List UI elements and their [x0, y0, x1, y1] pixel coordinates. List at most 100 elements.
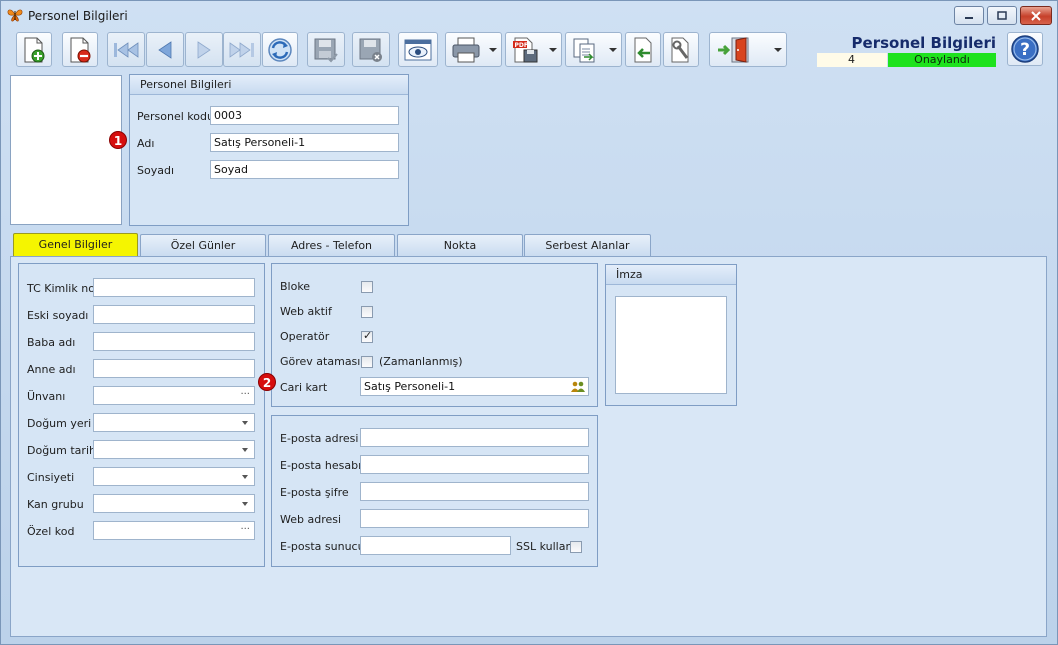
- export-icon: [573, 38, 594, 62]
- account-card-input[interactable]: Satış Personeli-1: [360, 377, 589, 396]
- chevron-down-icon: [242, 475, 248, 479]
- photo-box[interactable]: [10, 75, 122, 225]
- birthdate-select[interactable]: [93, 440, 255, 459]
- next-record-icon: [197, 40, 211, 59]
- save-discard-icon: [359, 38, 382, 62]
- tab-free-fields[interactable]: Serbest Alanlar: [524, 234, 651, 256]
- special-code-input[interactable]: ···: [93, 521, 255, 540]
- title-bar: Personel Bilgileri: [1, 1, 1057, 29]
- help-button[interactable]: ?: [1007, 32, 1043, 66]
- help-icon: ?: [1011, 35, 1039, 63]
- email-server-label: E-posta sunucu: [280, 540, 365, 553]
- chevron-down-icon: [242, 421, 248, 425]
- callout-badge-2: 2: [258, 373, 276, 391]
- new-record-button[interactable]: [16, 32, 52, 67]
- father-name-label: Baba adı: [27, 336, 76, 349]
- scheduled-label: (Zamanlanmış): [379, 355, 463, 368]
- web-address-label: Web adresi: [280, 513, 342, 526]
- first-record-button[interactable]: [107, 32, 145, 67]
- operator-checkbox[interactable]: ✓: [361, 329, 373, 343]
- callout-badge-1: 1: [109, 131, 127, 149]
- signature-title: İmza: [606, 265, 736, 285]
- print-button[interactable]: [445, 32, 502, 67]
- save-button[interactable]: [307, 32, 345, 67]
- block-checkbox[interactable]: [361, 281, 373, 293]
- exit-button[interactable]: [709, 32, 787, 67]
- delete-doc-icon: [70, 37, 91, 62]
- old-surname-input[interactable]: [93, 305, 255, 324]
- first-record-icon: [114, 41, 139, 58]
- email-server-input[interactable]: [360, 536, 511, 555]
- refresh-button[interactable]: [262, 32, 298, 67]
- status-badge: Onaylandı: [888, 53, 996, 67]
- mother-name-input[interactable]: [93, 359, 255, 378]
- blood-group-select[interactable]: [93, 494, 255, 513]
- import-icon: [634, 37, 652, 62]
- exit-door-icon: [718, 36, 749, 63]
- ssl-label: SSL kullan: [516, 540, 573, 553]
- last-record-button[interactable]: [223, 32, 261, 67]
- save-and-close-button[interactable]: [352, 32, 390, 67]
- maximize-button[interactable]: [987, 6, 1017, 25]
- prev-record-icon: [158, 40, 172, 59]
- birthplace-label: Doğum yeri: [27, 417, 92, 430]
- flags-group: Bloke Web aktif Operatör ✓ Görev ataması…: [271, 263, 598, 407]
- task-assignment-checkbox[interactable]: [361, 356, 373, 368]
- tc-input[interactable]: [93, 278, 255, 297]
- export-button[interactable]: [565, 32, 622, 67]
- header-title: Personel Bilgileri: [851, 34, 996, 52]
- gender-select[interactable]: [93, 467, 255, 486]
- blood-group-label: Kan grubu: [27, 498, 84, 511]
- personnel-group-title: Personel Bilgileri: [130, 75, 408, 95]
- surname-input[interactable]: Soyad: [210, 160, 399, 179]
- web-address-input[interactable]: [360, 509, 589, 528]
- people-lookup-icon[interactable]: [571, 380, 585, 393]
- tc-label: TC Kimlik no: [27, 282, 95, 295]
- ellipsis-button[interactable]: ···: [240, 387, 250, 403]
- mother-name-label: Anne adı: [27, 363, 76, 376]
- import-button[interactable]: [625, 32, 661, 67]
- personnel-code-label: Personel kodu: [137, 110, 214, 123]
- butterfly-icon: [7, 9, 23, 22]
- ellipsis-button[interactable]: ···: [240, 522, 250, 538]
- father-name-input[interactable]: [93, 332, 255, 351]
- close-icon: [1031, 10, 1041, 21]
- window-title: Personel Bilgileri: [28, 9, 128, 23]
- close-button[interactable]: [1020, 6, 1052, 25]
- title-input[interactable]: ···: [93, 386, 255, 405]
- pdf-export-button[interactable]: PDF: [505, 32, 562, 67]
- delete-record-button[interactable]: [62, 32, 98, 67]
- name-label: Adı: [137, 137, 155, 150]
- settings-button[interactable]: [663, 32, 699, 67]
- email-address-label: E-posta adresi: [280, 432, 359, 445]
- refresh-icon: [268, 37, 292, 62]
- svg-text:?: ?: [1020, 40, 1030, 60]
- email-group: E-posta adresi E-posta hesabı E-posta şi…: [271, 415, 598, 567]
- preview-icon: [404, 39, 432, 60]
- tab-address-phone[interactable]: Adres - Telefon: [268, 234, 395, 256]
- minimize-button[interactable]: [954, 6, 984, 25]
- personnel-code-input[interactable]: 0003: [210, 106, 399, 125]
- settings-icon: [671, 37, 689, 62]
- tab-special-days[interactable]: Özel Günler: [140, 234, 266, 256]
- tab-general[interactable]: Genel Bilgiler: [13, 233, 138, 257]
- minimize-icon: [965, 16, 973, 19]
- pdf-icon: PDF: [512, 37, 537, 62]
- email-account-input[interactable]: [360, 455, 589, 474]
- web-active-checkbox[interactable]: [361, 306, 373, 318]
- task-assignment-label: Görev ataması: [280, 355, 361, 368]
- block-label: Bloke: [280, 280, 311, 293]
- tab-point[interactable]: Nokta: [397, 234, 523, 256]
- signature-image[interactable]: [615, 296, 727, 394]
- name-input[interactable]: Satış Personeli-1: [210, 133, 399, 152]
- previous-record-button[interactable]: [146, 32, 184, 67]
- birthplace-select[interactable]: [93, 413, 255, 432]
- surname-label: Soyadı: [137, 164, 175, 177]
- email-password-input[interactable]: [360, 482, 589, 501]
- email-address-input[interactable]: [360, 428, 589, 447]
- check-icon: ✓: [363, 329, 373, 342]
- next-record-button[interactable]: [185, 32, 223, 67]
- personnel-group: Personel Bilgileri Personel kodu 0003 Ad…: [129, 74, 409, 226]
- ssl-checkbox[interactable]: [570, 541, 582, 553]
- preview-button[interactable]: [398, 32, 438, 67]
